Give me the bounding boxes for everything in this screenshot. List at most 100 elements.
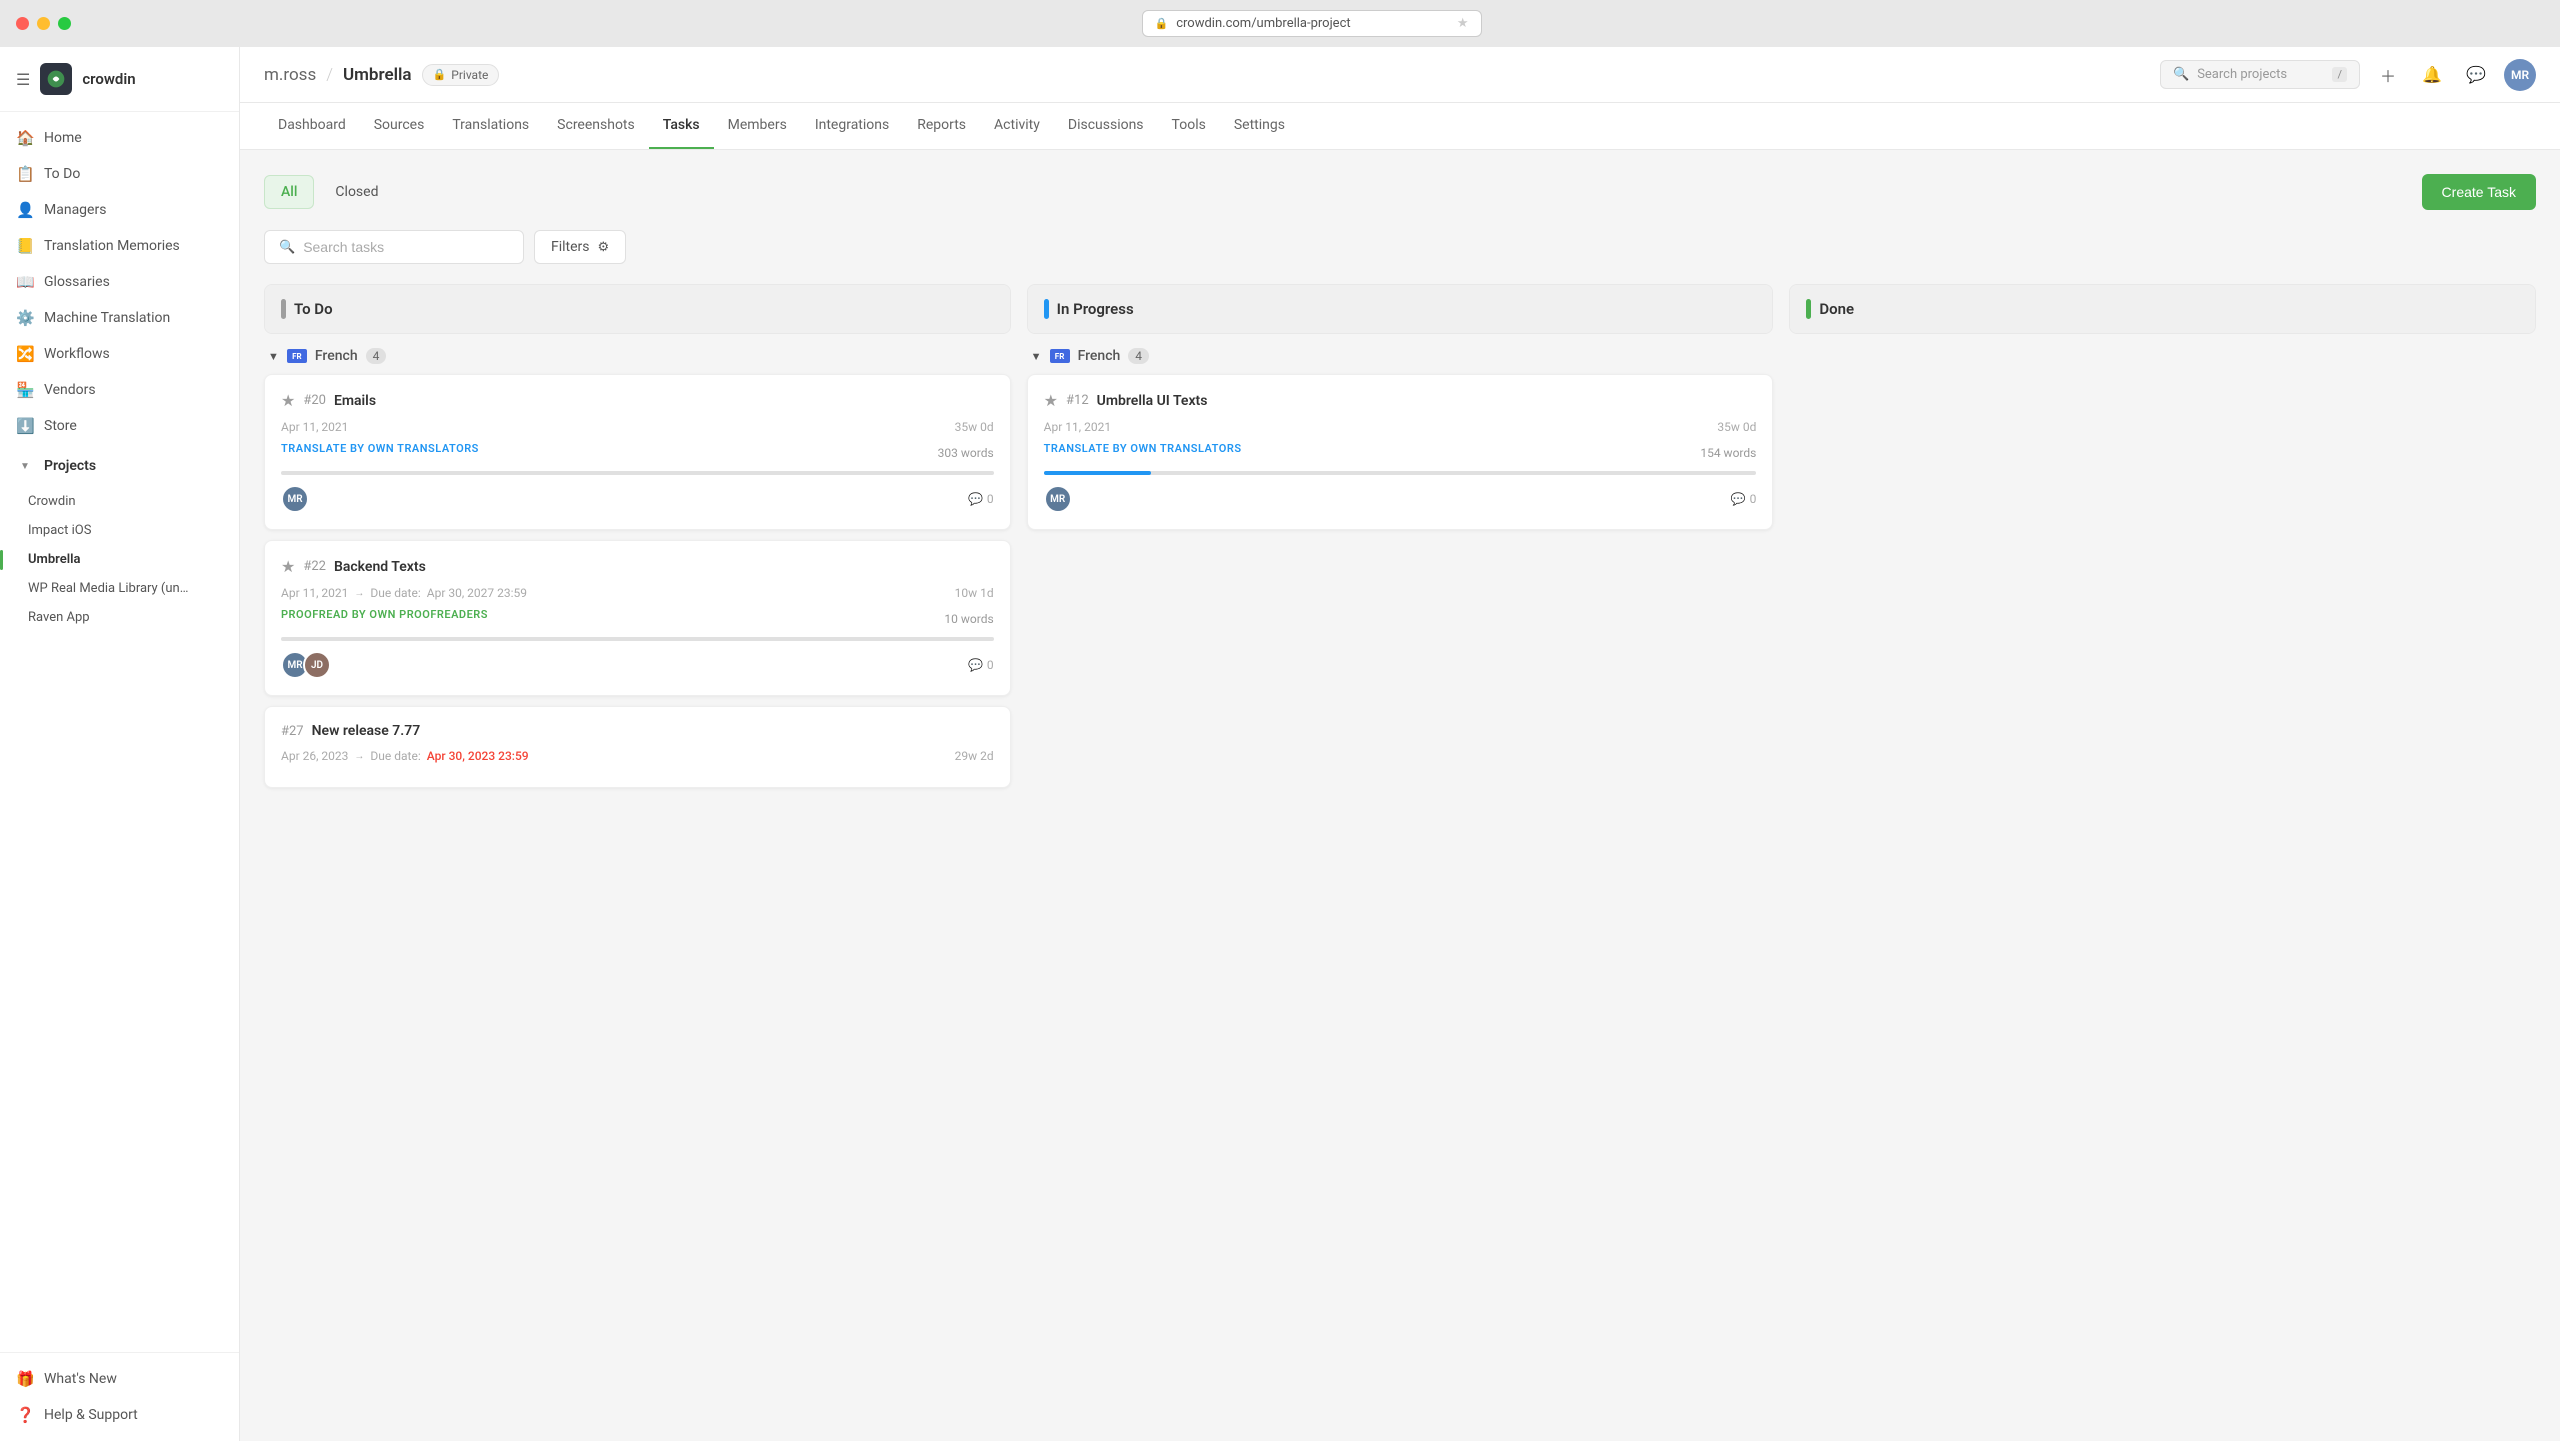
task-duration: 35w 0d bbox=[1717, 420, 1756, 434]
task-words: 154 words bbox=[1700, 446, 1756, 460]
task-card-new-release[interactable]: #27 New release 7.77 Apr 26, 2023 → Due … bbox=[264, 706, 1011, 788]
search-tasks-input[interactable] bbox=[303, 239, 509, 255]
star-icon[interactable]: ★ bbox=[281, 557, 295, 576]
sidebar-item-machine-translation[interactable]: ⚙️ Machine Translation bbox=[0, 300, 239, 336]
notifications-button[interactable]: 🔔 bbox=[2416, 59, 2448, 91]
sidebar-item-label: Workflows bbox=[44, 346, 110, 362]
task-name: Backend Texts bbox=[334, 559, 426, 575]
filter-tab-closed[interactable]: Closed bbox=[318, 175, 395, 209]
sidebar-project-umbrella[interactable]: Umbrella bbox=[0, 545, 239, 574]
sidebar-item-glossaries[interactable]: 📖 Glossaries bbox=[0, 264, 239, 300]
task-title: #27 New release 7.77 bbox=[281, 723, 420, 739]
top-bar-right: 🔍 Search projects / ＋ 🔔 💬 MR bbox=[2160, 59, 2536, 91]
sidebar-project-raven-app[interactable]: Raven App bbox=[0, 603, 239, 632]
sidebar-item-projects-toggle[interactable]: ▼ Projects bbox=[0, 444, 239, 483]
active-indicator bbox=[0, 550, 3, 570]
due-date: Apr 30, 2027 23:59 bbox=[427, 586, 527, 600]
task-card-header: ★ #12 Umbrella UI Texts bbox=[1044, 391, 1757, 410]
task-title: ★ #12 Umbrella UI Texts bbox=[1044, 391, 1208, 410]
sidebar-item-managers[interactable]: 👤 Managers bbox=[0, 192, 239, 228]
address-bar[interactable]: 🔒 crowdin.com/umbrella-project ★ bbox=[1142, 10, 1482, 37]
lang-count: 4 bbox=[366, 348, 387, 364]
user-avatar[interactable]: MR bbox=[2504, 59, 2536, 91]
bookmark-icon[interactable]: ★ bbox=[1457, 16, 1469, 31]
lang-name: French bbox=[1078, 348, 1121, 364]
due-label: Due date: bbox=[370, 586, 420, 600]
task-card-emails[interactable]: ★ #20 Emails Apr 11, 2021 35w 0d TRANSL bbox=[264, 374, 1011, 530]
search-tasks-box[interactable]: 🔍 bbox=[264, 230, 524, 264]
sidebar-header: ☰ crowdin bbox=[0, 47, 239, 112]
sidebar-item-label: Glossaries bbox=[44, 274, 110, 290]
tab-reports[interactable]: Reports bbox=[903, 103, 980, 149]
filter-icon: ⚙ bbox=[598, 240, 610, 255]
col-todo-header: To Do bbox=[265, 285, 1010, 333]
sidebar-item-translation-memories[interactable]: 📒 Translation Memories bbox=[0, 228, 239, 264]
hamburger-menu[interactable]: ☰ bbox=[16, 70, 30, 89]
task-name: Umbrella UI Texts bbox=[1097, 393, 1208, 409]
create-task-button[interactable]: Create Task bbox=[2422, 174, 2536, 210]
tab-integrations[interactable]: Integrations bbox=[801, 103, 903, 149]
close-button[interactable] bbox=[16, 17, 29, 30]
minimize-button[interactable] bbox=[37, 17, 50, 30]
filters-button[interactable]: Filters ⚙ bbox=[534, 230, 626, 264]
sidebar-item-whats-new[interactable]: 🎁 What's New bbox=[0, 1361, 239, 1397]
comment-number: 0 bbox=[1750, 492, 1757, 506]
sidebar-item-workflows[interactable]: 🔀 Workflows bbox=[0, 336, 239, 372]
sidebar-item-label: Store bbox=[44, 418, 77, 434]
top-bar: m.ross / Umbrella 🔒 Private 🔍 Search pro… bbox=[240, 47, 2560, 103]
tab-tools[interactable]: Tools bbox=[1158, 103, 1220, 149]
sidebar-project-crowdin[interactable]: Crowdin bbox=[0, 487, 239, 516]
tab-sources[interactable]: Sources bbox=[360, 103, 439, 149]
progress-fill bbox=[1044, 471, 1151, 475]
tab-translations[interactable]: Translations bbox=[438, 103, 543, 149]
task-title: ★ #22 Backend Texts bbox=[281, 557, 426, 576]
col-in-progress-header: In Progress bbox=[1028, 285, 1773, 333]
title-separator: / bbox=[326, 65, 333, 85]
col-in-progress-label: In Progress bbox=[1057, 300, 1134, 318]
project-owner: m.ross bbox=[264, 65, 316, 85]
tab-activity[interactable]: Activity bbox=[980, 103, 1054, 149]
language-group-header[interactable]: ▼ FR French 4 bbox=[1027, 334, 1774, 374]
tab-discussions[interactable]: Discussions bbox=[1054, 103, 1158, 149]
project-label: Crowdin bbox=[28, 494, 76, 509]
task-type-badge: TRANSLATE BY OWN TRANSLATORS bbox=[1044, 442, 1242, 455]
maximize-button[interactable] bbox=[58, 17, 71, 30]
sidebar-item-help-support[interactable]: ❓ Help & Support bbox=[0, 1397, 239, 1433]
comment-count: 💬 0 bbox=[968, 658, 994, 672]
progress-bar bbox=[281, 471, 994, 475]
star-icon[interactable]: ★ bbox=[1044, 391, 1058, 410]
task-card-backend-texts[interactable]: ★ #22 Backend Texts Apr 11, 2021 → Due d… bbox=[264, 540, 1011, 696]
comment-icon: 💬 bbox=[1731, 492, 1746, 506]
language-group-french-in-progress: ▼ FR French 4 ★ #12 Umbrella UI bbox=[1027, 334, 1774, 530]
in-progress-indicator bbox=[1044, 299, 1049, 319]
task-title: ★ #20 Emails bbox=[281, 391, 376, 410]
sidebar-footer: 🎁 What's New ❓ Help & Support bbox=[0, 1352, 239, 1441]
chevron-down-icon: ▼ bbox=[268, 350, 279, 363]
filter-tab-all[interactable]: All bbox=[264, 175, 314, 209]
comment-number: 0 bbox=[987, 658, 994, 672]
tab-settings[interactable]: Settings bbox=[1220, 103, 1299, 149]
sidebar-project-impact-ios[interactable]: Impact iOS bbox=[0, 516, 239, 545]
search-projects-input[interactable]: 🔍 Search projects / bbox=[2160, 60, 2360, 89]
brand-label: crowdin bbox=[82, 70, 135, 88]
task-meta: Apr 11, 2021 35w 0d bbox=[281, 420, 994, 434]
tab-screenshots[interactable]: Screenshots bbox=[543, 103, 649, 149]
task-card-umbrella-ui[interactable]: ★ #12 Umbrella UI Texts Apr 11, 2021 35w… bbox=[1027, 374, 1774, 530]
language-group-header[interactable]: ▼ FR French 4 bbox=[264, 334, 1011, 374]
task-dates-row: Apr 26, 2023 → Due date: Apr 30, 2023 23… bbox=[281, 749, 994, 763]
lock-icon: 🔒 bbox=[433, 68, 447, 81]
search-placeholder-text: Search projects bbox=[2197, 67, 2324, 82]
add-button[interactable]: ＋ bbox=[2372, 59, 2404, 91]
main-area: m.ross / Umbrella 🔒 Private 🔍 Search pro… bbox=[240, 47, 2560, 1441]
star-icon[interactable]: ★ bbox=[281, 391, 295, 410]
messages-button[interactable]: 💬 bbox=[2460, 59, 2492, 91]
sidebar-item-home[interactable]: 🏠 Home bbox=[0, 120, 239, 156]
sidebar-item-store[interactable]: ⬇️ Store bbox=[0, 408, 239, 444]
tab-tasks[interactable]: Tasks bbox=[649, 103, 714, 149]
tab-dashboard[interactable]: Dashboard bbox=[264, 103, 360, 149]
sidebar-project-wp-real-media[interactable]: WP Real Media Library (un… bbox=[0, 574, 239, 603]
sidebar-item-todo[interactable]: 📋 To Do bbox=[0, 156, 239, 192]
project-label: WP Real Media Library (un… bbox=[28, 581, 188, 596]
sidebar-item-vendors[interactable]: 🏪 Vendors bbox=[0, 372, 239, 408]
tab-members[interactable]: Members bbox=[714, 103, 801, 149]
